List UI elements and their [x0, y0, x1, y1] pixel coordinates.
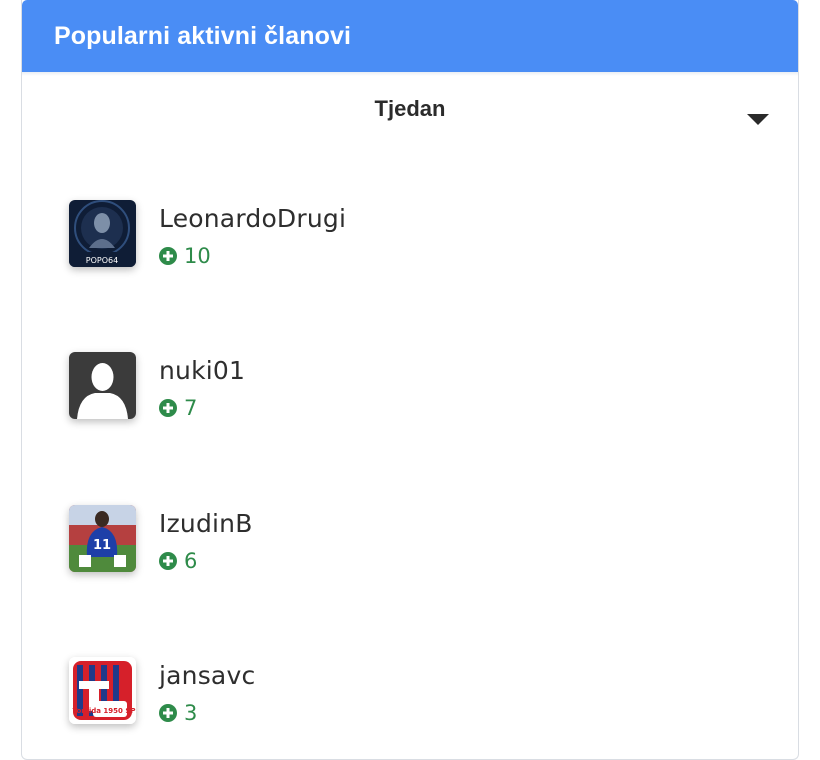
reputation-count: 3	[184, 701, 198, 725]
member-reputation: 7	[159, 396, 197, 420]
reputation-count: 10	[184, 244, 211, 268]
avatar-label: Torcida 1950 SPLIT	[73, 707, 136, 715]
plus-circle-icon	[159, 552, 177, 570]
member-item[interactable]: 11 IzudinB 6	[69, 505, 769, 575]
plus-circle-icon	[159, 399, 177, 417]
member-name[interactable]: jansavc	[159, 661, 255, 690]
popular-members-widget: Popularni aktivni članovi Tjedan POPO64 …	[21, 0, 799, 760]
reputation-count: 6	[184, 549, 198, 573]
widget-title: Popularni aktivni članovi	[54, 21, 352, 50]
member-name[interactable]: IzudinB	[159, 509, 253, 538]
avatar-label: POPO64	[86, 256, 118, 265]
portrait-avatar-icon: POPO64	[69, 200, 136, 267]
plus-circle-icon	[159, 704, 177, 722]
member-avatar[interactable]	[69, 352, 136, 419]
period-filter-dropdown[interactable]: Tjedan	[22, 76, 798, 146]
member-avatar[interactable]: 11	[69, 505, 136, 572]
caret-down-icon[interactable]	[747, 114, 769, 125]
member-item[interactable]: POPO64 LeonardoDrugi 10	[69, 200, 769, 270]
member-name[interactable]: LeonardoDrugi	[159, 204, 346, 233]
football-player-avatar-icon: 11	[69, 505, 136, 572]
member-avatar[interactable]: POPO64	[69, 200, 136, 267]
reputation-count: 7	[184, 396, 198, 420]
default-user-silhouette-icon	[69, 352, 136, 419]
member-reputation: 3	[159, 701, 197, 725]
period-filter-label: Tjedan	[374, 95, 446, 121]
member-item[interactable]: Torcida 1950 SPLIT jansavc 3	[69, 657, 769, 727]
member-reputation: 10	[159, 244, 211, 268]
member-reputation: 6	[159, 549, 197, 573]
torcida-logo-avatar-icon: Torcida 1950 SPLIT	[69, 657, 136, 724]
plus-circle-icon	[159, 247, 177, 265]
widget-header: Popularni aktivni članovi	[22, 0, 798, 72]
member-avatar[interactable]: Torcida 1950 SPLIT	[69, 657, 136, 724]
member-name[interactable]: nuki01	[159, 356, 245, 385]
member-item[interactable]: nuki01 7	[69, 352, 769, 422]
avatar-label: 11	[93, 538, 111, 553]
